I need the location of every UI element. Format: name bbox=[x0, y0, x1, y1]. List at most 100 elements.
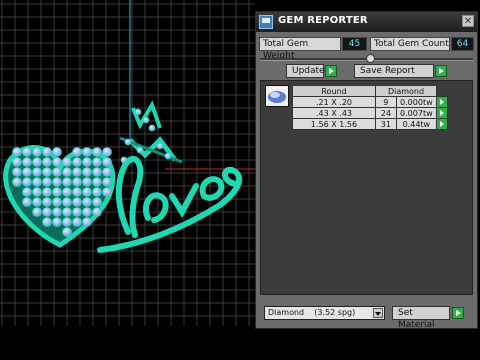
gem-stone bbox=[62, 177, 72, 187]
gem-stone bbox=[92, 157, 102, 167]
gem-stone bbox=[32, 157, 42, 167]
gem-stone bbox=[134, 108, 142, 116]
gem-stone bbox=[62, 157, 72, 167]
gem-table: Round Diamond .21 X .20 9 0.000tw .43 X … bbox=[292, 85, 448, 130]
gem-stone bbox=[62, 187, 72, 197]
gem-size: .21 X .20 bbox=[292, 96, 376, 108]
gem-thumbnail-graphic bbox=[268, 91, 286, 103]
gem-stone bbox=[72, 167, 82, 177]
gem-stone bbox=[72, 217, 82, 227]
gem-stone bbox=[52, 157, 62, 167]
gem-stone bbox=[52, 147, 62, 157]
material-select-value: Diamond (3.52 spg) bbox=[268, 308, 356, 317]
row-go-icon[interactable] bbox=[436, 107, 448, 119]
gem-stone bbox=[42, 217, 52, 227]
panel-title: GEM REPORTER bbox=[278, 15, 368, 26]
table-header-row: Round Diamond bbox=[292, 85, 448, 97]
gem-stone bbox=[136, 146, 144, 154]
3d-viewport[interactable] bbox=[0, 0, 255, 326]
gem-stone bbox=[72, 197, 82, 207]
table-row[interactable]: 1.56 X 1.56 31 0.44tw bbox=[292, 118, 448, 130]
gem-reporter-icon bbox=[259, 15, 273, 29]
gem-stone bbox=[102, 167, 112, 177]
gem-stone bbox=[82, 157, 92, 167]
gem-stone bbox=[12, 157, 22, 167]
status-bar bbox=[0, 326, 480, 360]
gem-stone bbox=[22, 187, 32, 197]
gem-stone bbox=[52, 167, 62, 177]
gem-weight: 0.000tw bbox=[395, 96, 438, 108]
column-header-material: Diamond bbox=[375, 85, 437, 97]
column-header-shape: Round bbox=[292, 85, 376, 97]
gem-stone bbox=[82, 147, 92, 157]
gem-stone bbox=[42, 197, 52, 207]
gem-count: 9 bbox=[375, 96, 397, 108]
gem-reporter-panel: GEM REPORTER ✕ Total Gem Weight 45 Total… bbox=[255, 11, 478, 330]
total-gem-count-label: Total Gem Count bbox=[370, 37, 450, 51]
gem-stone bbox=[72, 157, 82, 167]
set-material-button[interactable]: Set Material bbox=[392, 306, 450, 330]
gem-stone bbox=[52, 217, 62, 227]
gem-stone bbox=[52, 177, 62, 187]
gem-stone bbox=[124, 138, 132, 146]
gem-stone bbox=[92, 207, 102, 217]
report-slider[interactable] bbox=[260, 54, 473, 63]
gem-stone bbox=[92, 197, 102, 207]
update-go-icon[interactable] bbox=[325, 65, 337, 77]
row-go-icon[interactable] bbox=[436, 96, 448, 108]
gem-stone bbox=[22, 157, 32, 167]
gem-stone bbox=[62, 207, 72, 217]
gem-stone bbox=[22, 167, 32, 177]
gem-stone bbox=[32, 147, 42, 157]
gem-stone bbox=[102, 157, 112, 167]
slider-thumb[interactable] bbox=[366, 54, 375, 63]
chevron-down-icon[interactable] bbox=[373, 308, 383, 318]
table-row[interactable]: .21 X .20 9 0.000tw bbox=[292, 96, 448, 108]
gem-stone bbox=[82, 197, 92, 207]
save-report-button[interactable]: Save Report bbox=[354, 64, 434, 78]
gem-stone bbox=[22, 197, 32, 207]
gem-stone bbox=[42, 157, 52, 167]
gem-stone bbox=[82, 207, 92, 217]
set-material-go-icon[interactable] bbox=[452, 307, 464, 319]
gem-stone bbox=[42, 167, 52, 177]
gem-stone bbox=[32, 187, 42, 197]
row-go-icon[interactable] bbox=[436, 118, 448, 130]
gem-size: 1.56 X 1.56 bbox=[292, 118, 376, 130]
gem-stone bbox=[12, 167, 22, 177]
gem-stone bbox=[72, 207, 82, 217]
gem-count: 24 bbox=[375, 107, 397, 119]
gem-stone bbox=[72, 187, 82, 197]
gem-stone bbox=[82, 217, 92, 227]
round-gem-icon[interactable] bbox=[265, 85, 289, 107]
gem-stone bbox=[32, 207, 42, 217]
table-row[interactable]: .43 X .43 24 0.007tw bbox=[292, 107, 448, 119]
panel-titlebar[interactable]: GEM REPORTER ✕ bbox=[256, 12, 477, 32]
gem-stone bbox=[82, 177, 92, 187]
gem-stone bbox=[22, 177, 32, 187]
gem-stone bbox=[22, 147, 32, 157]
gem-stone bbox=[142, 116, 150, 124]
gem-stone bbox=[102, 147, 112, 157]
total-gem-weight-label: Total Gem Weight bbox=[259, 37, 341, 61]
save-report-go-icon[interactable] bbox=[435, 65, 447, 77]
gem-stone bbox=[32, 197, 42, 207]
header-spacer bbox=[436, 85, 448, 97]
material-select[interactable]: Diamond (3.52 spg) bbox=[264, 306, 385, 320]
gem-weight: 0.007tw bbox=[395, 107, 438, 119]
close-icon[interactable]: ✕ bbox=[462, 15, 474, 27]
gem-stone bbox=[52, 187, 62, 197]
gem-stone bbox=[42, 207, 52, 217]
gem-stone bbox=[62, 227, 72, 237]
gem-stone bbox=[92, 147, 102, 157]
love-heart-pendant-model[interactable] bbox=[0, 0, 255, 326]
gem-stone bbox=[32, 167, 42, 177]
gem-stone bbox=[92, 177, 102, 187]
gem-stone bbox=[102, 187, 112, 197]
gem-stone bbox=[52, 207, 62, 217]
gem-count: 31 bbox=[375, 118, 397, 130]
gem-stone bbox=[42, 147, 52, 157]
update-button[interactable]: Update bbox=[286, 64, 325, 78]
gem-stone bbox=[82, 187, 92, 197]
gem-stone bbox=[148, 124, 156, 132]
